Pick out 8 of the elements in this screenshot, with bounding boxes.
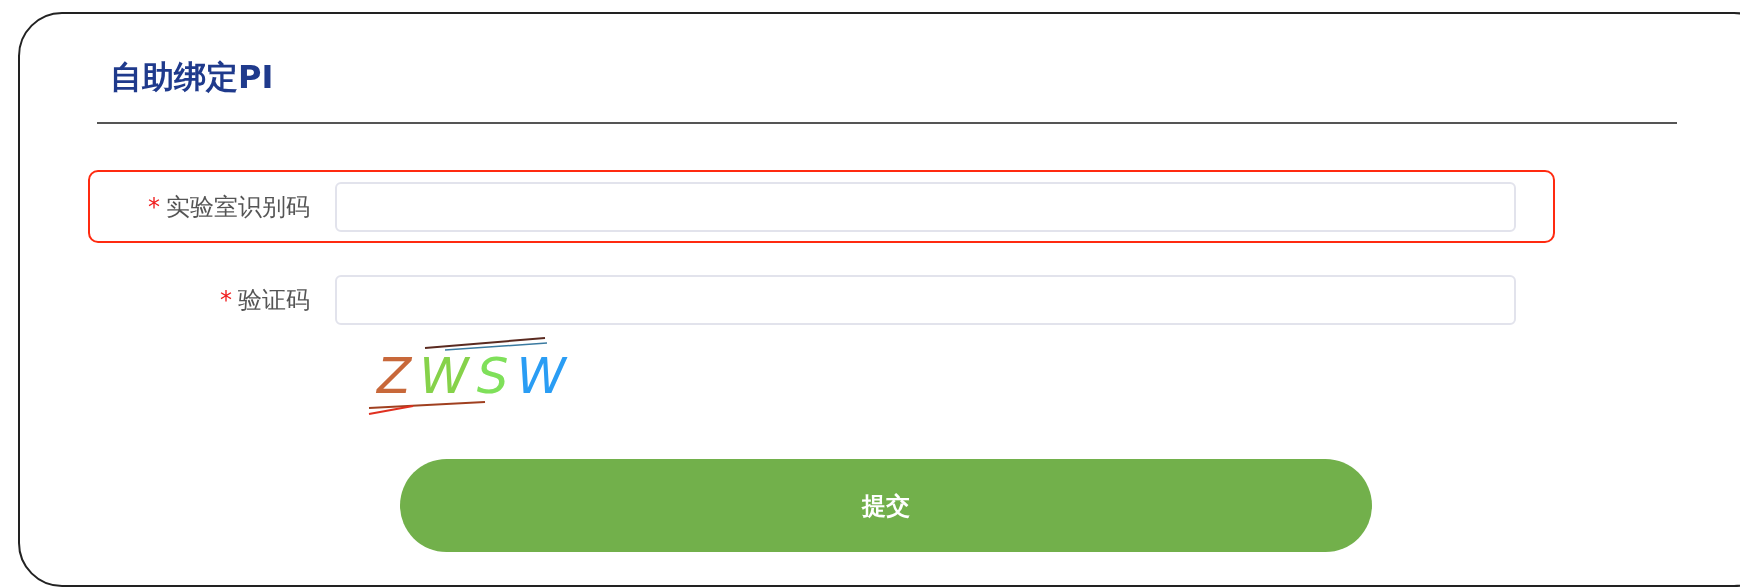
required-mark: * xyxy=(220,285,232,314)
required-mark: * xyxy=(148,192,160,221)
field-label: 实验室识别码 xyxy=(166,191,310,223)
input-field[interactable] xyxy=(335,274,1516,325)
input-field[interactable] xyxy=(335,181,1516,232)
page-title: 自助绑定PI xyxy=(110,58,274,96)
submit-button[interactable]: 提交 xyxy=(400,459,1372,552)
field-label: 验证码 xyxy=(238,284,310,316)
